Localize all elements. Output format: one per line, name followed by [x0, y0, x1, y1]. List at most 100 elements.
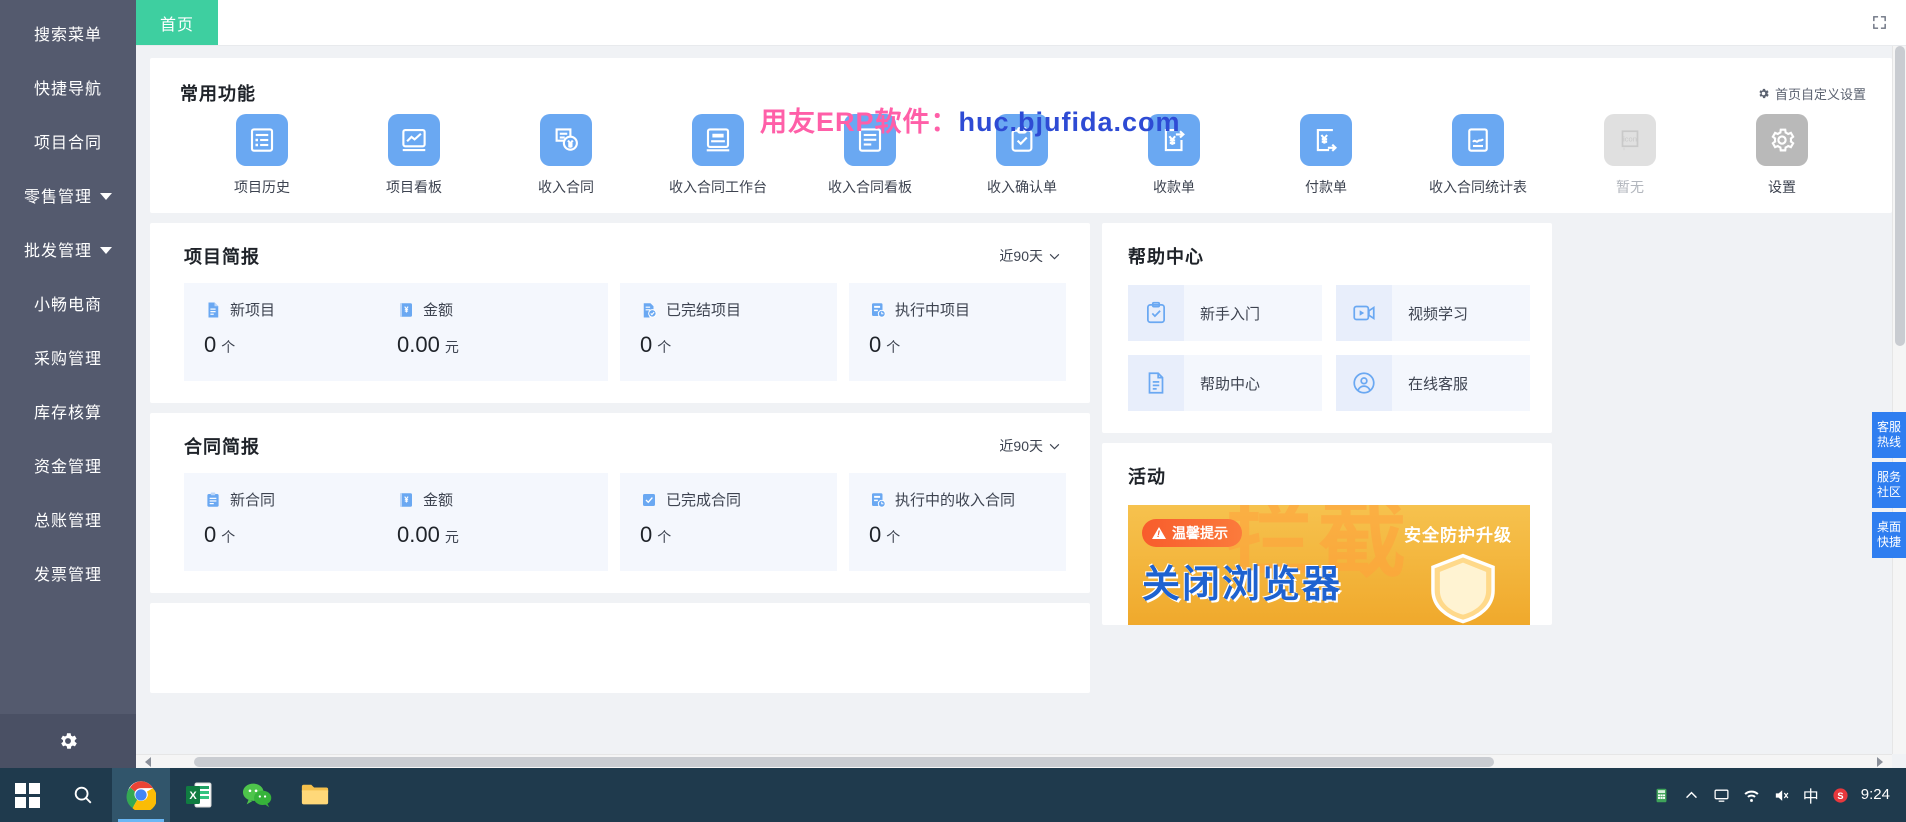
float-tab-hotline[interactable]: 客服 热线: [1872, 412, 1906, 458]
ime-icon[interactable]: 中: [1803, 783, 1819, 807]
left-column: 项目简报 近90天 新项目 0 个 金额 0.00 元 已完结项目 0 个 执行…: [150, 223, 1090, 703]
help-item-label: 视频学习: [1408, 305, 1469, 323]
vertical-scroll-thumb[interactable]: [1895, 46, 1905, 346]
stat-number: 0.00: [397, 522, 440, 547]
sidebar-item-wholesale[interactable]: 批发管理: [0, 222, 136, 276]
help-center-grid: 新手入门 视频学习 帮助中心 在线客服: [1128, 285, 1530, 411]
horizontal-scroll-thumb[interactable]: [194, 757, 1494, 767]
chevron-up-icon[interactable]: [1683, 787, 1700, 804]
sidebar-item-label: 小畅电商: [33, 297, 102, 314]
chevron-down-icon: [100, 247, 112, 254]
function-item-income-contract-board[interactable]: 收入合同看板: [814, 114, 926, 197]
stat-new-contract[interactable]: 新合同 0个: [204, 489, 397, 555]
sidebar-item-ecommerce[interactable]: 小畅电商: [0, 276, 136, 330]
stat-group-new-and-amount: 新合同 0个 金额 0.00 元: [184, 473, 608, 571]
stat-completed-contract[interactable]: 已完成合同 0个: [620, 473, 837, 571]
tab-home[interactable]: 首页: [136, 0, 219, 45]
sidebar-item-retail[interactable]: 零售管理: [0, 168, 136, 222]
function-item-receipt[interactable]: 收款单: [1118, 114, 1230, 197]
horizontal-scrollbar[interactable]: [136, 754, 1892, 768]
right-column: 帮助中心 新手入门 视频学习 帮助中心 在线客服 活动 拦截 ! 温馨提示 安全…: [1102, 223, 1552, 703]
sidebar-item-funds[interactable]: 资金管理: [0, 438, 136, 492]
stat-running-income-contract[interactable]: 执行中的收入合同 0个: [849, 473, 1066, 571]
sidebar-item-search-menu[interactable]: 搜索菜单: [0, 6, 136, 60]
help-center-title: 帮助中心: [1128, 247, 1204, 267]
windows-taskbar: X 中 S 9:24: [0, 768, 1906, 822]
folder-icon: [301, 784, 329, 805]
help-item-online-service[interactable]: 在线客服: [1336, 355, 1530, 411]
volume-icon[interactable]: [1773, 787, 1790, 804]
sidebar-settings-button[interactable]: [0, 714, 136, 768]
help-item-help-center[interactable]: 帮助中心: [1128, 355, 1322, 411]
sidebar-item-inventory[interactable]: 库存核算: [0, 384, 136, 438]
sidebar-item-project-contract[interactable]: 项目合同: [0, 114, 136, 168]
sidebar-item-label: 总账管理: [33, 513, 102, 530]
banner-tip-badge: 温馨提示: [1142, 519, 1242, 547]
stat-header: 执行中项目: [869, 299, 1048, 320]
calculator-icon[interactable]: [1653, 787, 1670, 804]
clock-time: 9:24: [1860, 786, 1890, 804]
function-item-project-history[interactable]: 项目历史: [206, 114, 318, 197]
stat-completed-project[interactable]: 已完结项目 0个: [620, 283, 837, 381]
shield-icon: [1431, 553, 1495, 624]
sidebar-item-quick-nav[interactable]: 快捷导航: [0, 60, 136, 114]
function-item-income-contract-report[interactable]: 收入合同统计表: [1422, 114, 1534, 197]
customize-home-link[interactable]: 首页自定义设置: [1757, 84, 1866, 103]
taskbar-search-button[interactable]: [54, 768, 112, 822]
contract-brief-period-select[interactable]: 近90天: [999, 436, 1060, 456]
float-tab-community[interactable]: 服务 社区: [1872, 462, 1906, 508]
floating-service-tabs: 客服 热线 服务 社区 桌面 快捷: [1872, 412, 1906, 558]
chevron-right-icon: [1877, 756, 1883, 767]
activity-banner[interactable]: 拦截 温馨提示 安全防护升级 关闭浏览器: [1128, 505, 1530, 625]
taskbar-app-file-explorer[interactable]: [286, 768, 344, 822]
help-item-video-learning[interactable]: 视频学习: [1336, 285, 1530, 341]
sidebar-item-purchase[interactable]: 采购管理: [0, 330, 136, 384]
function-item-label: 项目历史: [234, 179, 290, 195]
function-item-payment[interactable]: 付款单: [1270, 114, 1382, 197]
taskbar-app-chrome[interactable]: [112, 768, 170, 822]
function-item-income-contract-workbench[interactable]: 收入合同工作台: [662, 114, 774, 197]
stat-label: 已完成合同: [666, 492, 742, 509]
sidebar-item-invoice[interactable]: 发票管理: [0, 546, 136, 600]
warning-icon: [1152, 527, 1166, 539]
stat-unit: 元: [444, 529, 459, 545]
taskbar-app-excel[interactable]: X: [170, 768, 228, 822]
taskbar-clock[interactable]: 9:24: [1861, 786, 1906, 803]
help-item-getting-started[interactable]: 新手入门: [1128, 285, 1322, 341]
sidebar-item-label: 采购管理: [33, 351, 102, 368]
stat-running-project[interactable]: 执行中项目 0个: [849, 283, 1066, 381]
stat-header: 已完结项目: [640, 299, 819, 320]
period-label: 近90天: [999, 248, 1043, 264]
stat-header: 执行中的收入合同: [869, 489, 1048, 510]
banner-headline: 关闭浏览器: [1142, 564, 1343, 606]
function-item-income-contract[interactable]: 收入合同: [510, 114, 622, 197]
stat-contract-amount[interactable]: 金额 0.00 元: [397, 489, 590, 555]
monitor-icon[interactable]: [1713, 787, 1730, 804]
function-item-income-confirmation[interactable]: 收入确认单: [966, 114, 1078, 197]
sidebar-item-ledger[interactable]: 总账管理: [0, 492, 136, 546]
float-tab-desktop-shortcut[interactable]: 桌面 快捷: [1872, 512, 1906, 558]
project-brief-period-select[interactable]: 近90天: [999, 246, 1060, 266]
sogou-icon[interactable]: S: [1832, 787, 1849, 804]
banner-tip-label: 温馨提示: [1172, 525, 1228, 541]
stat-unit: 个: [886, 529, 901, 545]
function-item-empty[interactable]: icon 暂无: [1574, 114, 1686, 197]
stat-amount[interactable]: 金额 0.00 元: [397, 299, 590, 365]
stat-number: 0: [640, 522, 653, 547]
contract-brief-header: 合同简报 近90天: [184, 433, 1066, 459]
stat-header: 新合同: [204, 489, 397, 510]
scroll-right-button[interactable]: [1872, 755, 1888, 769]
start-button[interactable]: [0, 768, 54, 822]
excel-icon: X: [186, 782, 212, 808]
function-item-project-board[interactable]: 项目看板: [358, 114, 470, 197]
check-box-icon: [643, 493, 655, 506]
taskbar-app-wechat[interactable]: [228, 768, 286, 822]
fullscreen-button[interactable]: [1852, 0, 1906, 45]
function-item-settings[interactable]: 设置: [1726, 114, 1838, 197]
vertical-scrollbar[interactable]: [1892, 46, 1906, 754]
scroll-left-button[interactable]: [140, 755, 156, 769]
function-item-label: 收入合同统计表: [1429, 179, 1527, 195]
stat-new-project[interactable]: 新项目 0个: [204, 299, 397, 365]
network-icon[interactable]: [1743, 787, 1760, 804]
board-lines-icon: [844, 114, 896, 166]
